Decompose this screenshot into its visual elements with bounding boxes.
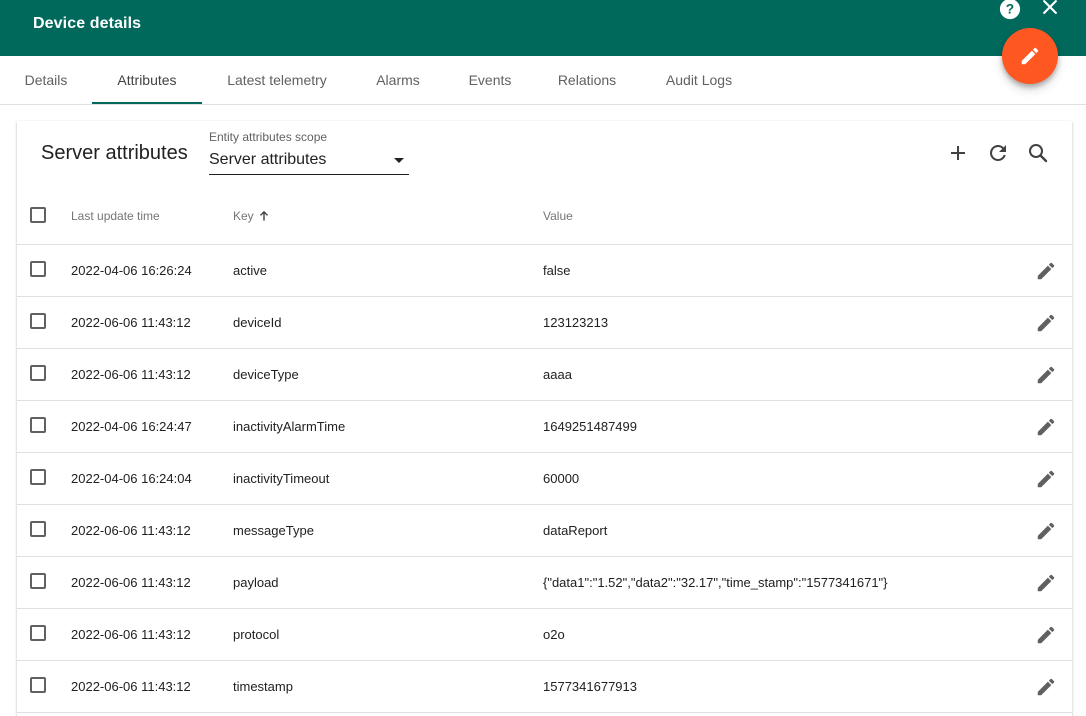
table-row[interactable]: 2022-06-06 11:43:12 deviceId 123123213 <box>17 297 1072 349</box>
cell-value: 1577341677913 <box>543 679 637 694</box>
row-checkbox[interactable] <box>30 573 46 589</box>
cell-key: deviceType <box>233 367 299 382</box>
edit-row-icon[interactable] <box>1035 364 1057 386</box>
table-row[interactable]: 2022-04-06 16:24:04 inactivityTimeout 60… <box>17 453 1072 505</box>
cell-key: deviceId <box>233 315 282 330</box>
select-all-checkbox[interactable] <box>30 207 46 223</box>
cell-time: 2022-06-06 11:43:12 <box>71 575 191 590</box>
cell-time: 2022-04-06 16:26:24 <box>71 263 192 278</box>
cell-key: inactivityAlarmTime <box>233 419 346 434</box>
dropdown-arrow-icon <box>394 158 404 163</box>
row-checkbox[interactable] <box>30 521 46 537</box>
tab-attributes[interactable]: Attributes <box>92 56 202 104</box>
cell-key: active <box>233 263 267 278</box>
table-row[interactable]: 2022-04-06 16:26:24 active false <box>17 245 1072 297</box>
cell-time: 2022-06-06 11:43:12 <box>71 315 191 330</box>
dialog-header: Device details ? <box>0 0 1086 56</box>
scope-select-value: Server attributes <box>209 151 327 168</box>
cell-value: {"data1":"1.52","data2":"32.17","time_st… <box>543 575 888 590</box>
tab-events[interactable]: Events <box>450 56 530 104</box>
column-header-time[interactable]: Last update time <box>71 209 160 223</box>
tab-alarms[interactable]: Alarms <box>358 56 438 104</box>
cell-key: protocol <box>233 627 280 642</box>
cell-key: timestamp <box>233 679 293 694</box>
row-checkbox[interactable] <box>30 625 46 641</box>
edit-row-icon[interactable] <box>1035 624 1057 646</box>
table-row[interactable]: 2022-06-06 11:43:12 messageType dataRepo… <box>17 505 1072 557</box>
row-checkbox[interactable] <box>30 365 46 381</box>
refresh-button[interactable] <box>986 141 1010 165</box>
row-checkbox[interactable] <box>30 417 46 433</box>
cell-key: payload <box>233 575 279 590</box>
table-row[interactable]: 2022-06-06 11:43:12 protocol o2o <box>17 609 1072 661</box>
add-attribute-button[interactable] <box>946 141 970 165</box>
row-checkbox[interactable] <box>30 469 46 485</box>
edit-row-icon[interactable] <box>1035 260 1057 282</box>
cell-value: 123123213 <box>543 315 609 330</box>
scope-select[interactable]: Server attributes <box>209 146 409 175</box>
edit-row-icon[interactable] <box>1035 416 1057 438</box>
cell-time: 2022-06-06 11:43:12 <box>71 523 191 538</box>
tab-audit-logs[interactable]: Audit Logs <box>650 56 748 104</box>
cell-value: aaaa <box>543 367 572 382</box>
add-icon <box>951 146 965 160</box>
cell-value: 1649251487499 <box>543 419 637 434</box>
edit-row-icon[interactable] <box>1035 468 1057 490</box>
cell-value: o2o <box>543 627 565 642</box>
edit-row-icon[interactable] <box>1035 520 1057 542</box>
cell-key: inactivityTimeout <box>233 471 330 486</box>
refresh-icon <box>990 145 1006 161</box>
attributes-card: Server attributes Entity attributes scop… <box>17 121 1072 716</box>
tab-details[interactable]: Details <box>12 56 80 104</box>
cell-time: 2022-06-06 11:43:12 <box>71 627 191 642</box>
svg-text:?: ? <box>1006 2 1014 17</box>
table-row[interactable]: 2022-06-06 11:43:12 deviceType aaaa <box>17 349 1072 401</box>
table-row[interactable]: 2022-06-06 11:43:12 payload {"data1":"1.… <box>17 557 1072 609</box>
dialog-title: Device details <box>33 15 142 32</box>
help-circle-icon[interactable]: ? <box>999 0 1021 20</box>
cell-time: 2022-04-06 16:24:04 <box>71 471 192 486</box>
cell-value: false <box>543 263 571 278</box>
edit-row-icon[interactable] <box>1035 572 1057 594</box>
cell-time: 2022-04-06 16:24:47 <box>71 419 192 434</box>
tab-latest-telemetry[interactable]: Latest telemetry <box>212 56 342 104</box>
edit-row-icon[interactable] <box>1035 676 1057 698</box>
card-title: Server attributes <box>41 142 188 164</box>
cell-value: dataReport <box>543 523 608 538</box>
table-row[interactable]: 2022-04-06 16:24:47 inactivityAlarmTime … <box>17 401 1072 453</box>
table-header: Last update time Key Value <box>17 189 1072 245</box>
edit-pencil-icon <box>1021 47 1039 65</box>
cell-value: 60000 <box>543 471 580 486</box>
edit-row-icon[interactable] <box>1035 312 1057 334</box>
active-tab-indicator <box>92 102 202 104</box>
close-icon[interactable] <box>1040 0 1060 17</box>
sort-arrow-up-icon[interactable] <box>257 209 271 223</box>
cell-key: messageType <box>233 523 314 538</box>
table-row[interactable]: 2022-06-06 11:43:12 timestamp 1577341677… <box>17 661 1072 713</box>
row-checkbox[interactable] <box>30 313 46 329</box>
edit-fab-button[interactable] <box>1002 28 1058 84</box>
column-header-value[interactable]: Value <box>543 209 573 223</box>
row-checkbox[interactable] <box>30 261 46 277</box>
search-button[interactable] <box>1026 141 1050 165</box>
tab-bar: Details Attributes Latest telemetry Alar… <box>0 56 1086 105</box>
row-checkbox[interactable] <box>30 677 46 693</box>
cell-time: 2022-06-06 11:43:12 <box>71 367 191 382</box>
cell-time: 2022-06-06 11:43:12 <box>71 679 191 694</box>
column-header-key[interactable]: Key <box>233 209 254 223</box>
search-icon <box>1029 144 1048 163</box>
tab-relations[interactable]: Relations <box>542 56 632 104</box>
scope-label: Entity attributes scope <box>209 130 328 144</box>
